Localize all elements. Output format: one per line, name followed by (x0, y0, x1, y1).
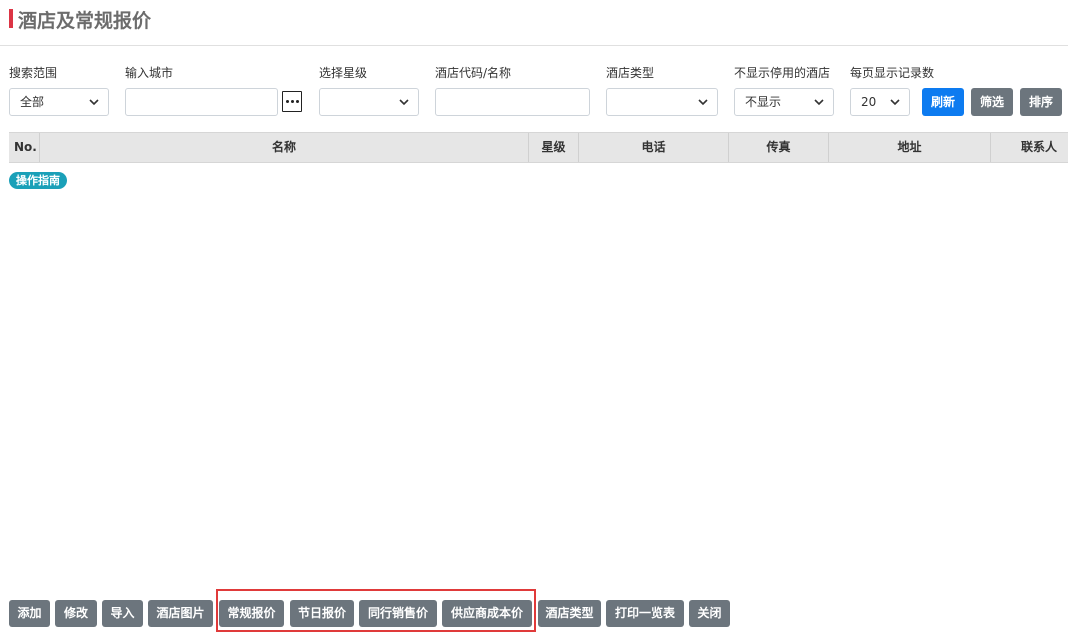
column-header-address[interactable]: 地址 (829, 133, 991, 162)
hotel-type-label: 酒店类型 (606, 66, 655, 80)
table-header: No. 名称 星级 电话 传真 地址 联系人 (9, 132, 1068, 163)
city-picker-button[interactable] (282, 91, 302, 112)
import-button[interactable]: 导入 (102, 600, 143, 627)
hide-disabled-value: 不显示 (745, 95, 782, 109)
refresh-button[interactable]: 刷新 (922, 88, 964, 116)
title-accent-bar (9, 9, 13, 28)
city-input[interactable] (125, 88, 278, 116)
chevron-down-icon (399, 99, 409, 106)
chevron-down-icon (698, 99, 708, 106)
search-scope-label: 搜索范围 (9, 66, 58, 80)
chevron-down-icon (89, 99, 99, 106)
hotel-images-button[interactable]: 酒店图片 (148, 600, 213, 627)
hotel-type-select[interactable] (606, 88, 718, 116)
hotel-code-input[interactable] (435, 88, 590, 116)
page-size-select[interactable]: 20 (850, 88, 910, 116)
star-select[interactable] (319, 88, 419, 116)
column-header-contact[interactable]: 联系人 (991, 133, 1068, 162)
star-label: 选择星级 (319, 66, 368, 80)
search-scope-select[interactable]: 全部 (9, 88, 109, 116)
hide-disabled-select[interactable]: 不显示 (734, 88, 834, 116)
page-header: 酒店及常规报价 (0, 0, 1068, 46)
column-header-fax[interactable]: 传真 (729, 133, 829, 162)
sort-button[interactable]: 排序 (1020, 88, 1062, 116)
operation-guide-badge[interactable]: 操作指南 (9, 172, 67, 189)
column-header-no[interactable]: No. (9, 133, 40, 162)
search-scope-value: 全部 (20, 95, 45, 109)
highlight-annotation-box (216, 589, 536, 632)
ellipsis-icon-dot (291, 100, 294, 103)
ellipsis-icon-dot (286, 100, 289, 103)
page-size-value: 20 (861, 95, 877, 109)
add-button[interactable]: 添加 (9, 600, 50, 627)
hotel-type-button[interactable]: 酒店类型 (538, 600, 601, 627)
chevron-down-icon (814, 99, 824, 106)
page-size-label: 每页显示记录数 (850, 66, 935, 80)
chevron-down-icon (890, 99, 900, 106)
edit-button[interactable]: 修改 (55, 600, 97, 627)
hotel-code-label: 酒店代码/名称 (435, 66, 512, 80)
print-list-button[interactable]: 打印一览表 (606, 600, 684, 627)
city-label: 输入城市 (125, 66, 174, 80)
column-header-name[interactable]: 名称 (40, 133, 529, 162)
filter-button[interactable]: 筛选 (971, 88, 1013, 116)
close-button[interactable]: 关闭 (689, 600, 730, 627)
hide-disabled-label: 不显示停用的酒店 (734, 66, 831, 80)
page-title: 酒店及常规报价 (18, 10, 152, 32)
column-header-phone[interactable]: 电话 (579, 133, 729, 162)
column-header-star[interactable]: 星级 (529, 133, 579, 162)
ellipsis-icon-dot (296, 100, 299, 103)
